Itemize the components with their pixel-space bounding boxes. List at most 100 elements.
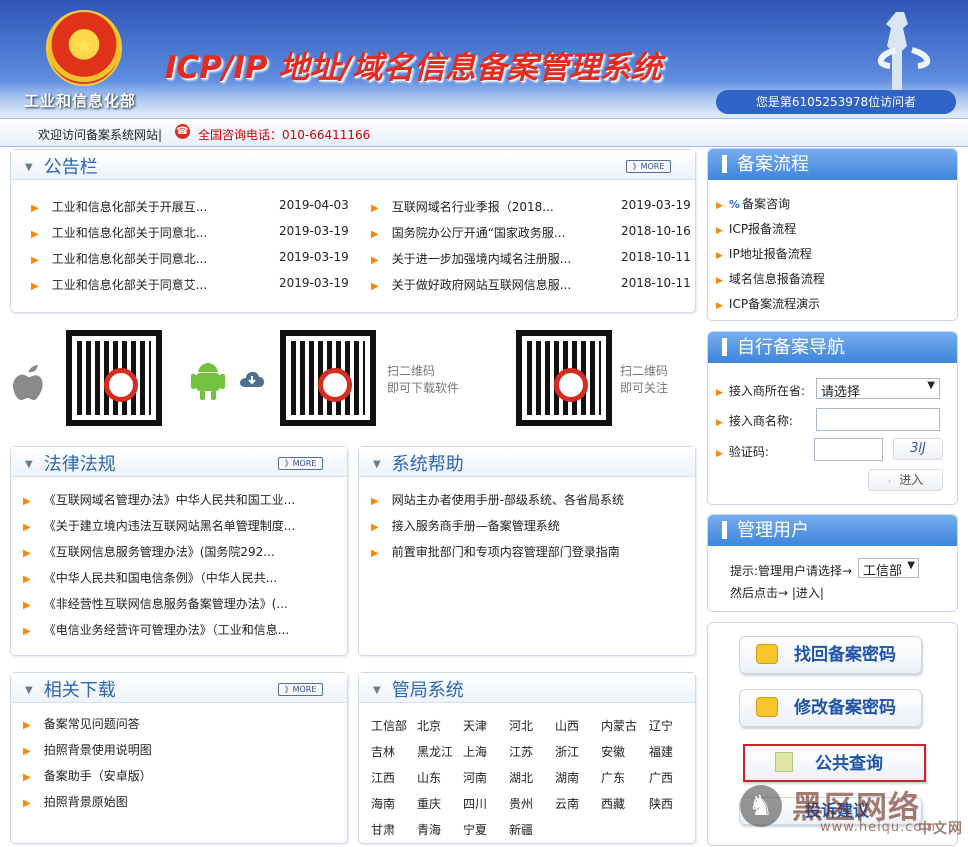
help-item[interactable]: ▶ 接入服务商手册—备案管理系统	[371, 517, 681, 539]
bureau-link[interactable]: 浙江	[555, 743, 579, 760]
notice-date: 2018-10-16	[621, 224, 691, 238]
law-item[interactable]: ▶ 《非经营性互联网信息服务备案管理办法》(...	[23, 595, 323, 617]
notice-date: 2018-10-11	[621, 250, 691, 264]
notice-date: 2019-03-19	[279, 224, 349, 238]
bureau-link[interactable]: 青海	[417, 821, 441, 838]
law-item[interactable]: ▶ 《互联网信息服务管理办法》(国务院292...	[23, 543, 323, 565]
notice-panel: 公告栏 》MORE ▶工业和信息化部关于开展互... 2019-04-03 ▶工业和…	[10, 149, 696, 313]
process-panel: 备案流程 ▶% 备案咨询 ▶ ICP报备流程 ▶ IP地址报备流程 ▶ 域名信息报备流程…	[707, 148, 958, 321]
process-item[interactable]: ▶ 域名信息报备流程	[716, 270, 825, 287]
provider-name-input[interactable]	[816, 408, 940, 431]
help-panel: 系统帮助 ▶网站主办者使用手册-部级系统、各省局系统 ▶接入服务商手册—备案管理…	[358, 446, 696, 656]
bureau-link[interactable]: 安徽	[601, 743, 625, 760]
manage-enter-link[interactable]: 然后点击→ |进入|	[730, 584, 824, 601]
download-item[interactable]: ▶ 拍照背景原始图	[23, 793, 323, 815]
bureau-link[interactable]: 陕西	[649, 795, 673, 812]
query-icon	[775, 752, 793, 772]
bureau-link[interactable]: 重庆	[417, 795, 441, 812]
bureau-link[interactable]: 江苏	[509, 743, 533, 760]
enter-button[interactable]: › 进入	[868, 469, 943, 491]
process-item[interactable]: ▶% 备案咨询	[716, 195, 790, 212]
downloads-more-button[interactable]: 》MORE	[278, 683, 323, 696]
notice-item[interactable]: ▶ 关于进一步加强境内域名注册服...	[371, 250, 591, 272]
bureau-link[interactable]: 上海	[463, 743, 487, 760]
bureau-link[interactable]: 广西	[649, 769, 673, 786]
process-item[interactable]: ▶ ICP备案流程演示	[716, 295, 820, 312]
bureau-link[interactable]: 河北	[509, 717, 533, 734]
android-icon	[191, 363, 225, 400]
self-filing-nav-title: 自行备案导航	[708, 332, 957, 363]
law-item[interactable]: ▶ 《互联网域名管理办法》中华人民共和国工业...	[23, 491, 323, 513]
law-item[interactable]: ▶ 《电信业务经营许可管理办法》（工业和信息...	[23, 621, 323, 643]
notice-date: 2019-03-19	[279, 276, 349, 290]
process-item[interactable]: ▶ IP地址报备流程	[716, 245, 812, 262]
download-item[interactable]: ▶ 备案常见问题问答	[23, 715, 323, 737]
notice-item[interactable]: ▶ 工业和信息化部关于同意北...	[31, 250, 251, 272]
bureau-link[interactable]: 湖北	[509, 769, 533, 786]
notice-date: 2019-03-19	[621, 198, 691, 212]
bureau-link[interactable]: 江西	[371, 769, 395, 786]
modify-password-button[interactable]: 修改备案密码	[739, 689, 922, 727]
bureau-link[interactable]: 吉林	[371, 743, 395, 760]
bureau-link[interactable]: 辽宁	[649, 717, 673, 734]
notice-header: 公告栏 》MORE	[11, 150, 695, 180]
bureau-link[interactable]: 贵州	[509, 795, 533, 812]
notice-item[interactable]: ▶ 工业和信息化部关于同意北...	[31, 224, 251, 246]
bureau-link[interactable]: 甘肃	[371, 821, 395, 838]
law-title: 法律法规	[25, 450, 116, 476]
notice-item[interactable]: ▶ 工业和信息化部关于同意艾...	[31, 276, 251, 298]
bureau-link[interactable]: 湖南	[555, 769, 579, 786]
downloads-title: 相关下载	[25, 676, 116, 702]
notice-item[interactable]: ▶ 关于做好政府网站互联网信息服...	[371, 276, 591, 298]
bureau-link[interactable]: 广东	[601, 769, 625, 786]
lock-icon	[756, 697, 778, 717]
notice-more-button[interactable]: 》MORE	[626, 160, 671, 173]
notice-item[interactable]: ▶ 互联网域名行业季报（2018...	[371, 198, 591, 220]
notice-date: 2019-03-19	[279, 250, 349, 264]
manage-user-title: 管理用户	[708, 515, 957, 546]
law-item[interactable]: ▶ 《中华人民共和国电信条例》（中华人民共...	[23, 569, 323, 591]
notice-date: 2018-10-11	[621, 276, 691, 290]
bureau-link[interactable]: 宁夏	[463, 821, 487, 838]
site-watermark: ♞ 黑区网络 www.heiqu.com 中文网	[740, 780, 966, 846]
bureau-link[interactable]: 河南	[463, 769, 487, 786]
help-item[interactable]: ▶ 前置审批部门和专项内容管理部门登录指南	[371, 543, 681, 565]
public-query-button[interactable]: 公共查询	[743, 744, 926, 782]
law-item[interactable]: ▶ 《关于建立境内违法互联网站黑名单管理制度...	[23, 517, 323, 539]
bureau-link[interactable]: 北京	[417, 717, 441, 734]
help-item[interactable]: ▶ 网站主办者使用手册-部级系统、各省局系统	[371, 491, 681, 513]
cloud-download-icon	[240, 371, 264, 387]
download-scan-hint: 扫二维码 即可下载软件	[387, 364, 460, 395]
process-item[interactable]: ▶ ICP报备流程	[716, 220, 796, 237]
bureau-link[interactable]: 西藏	[601, 795, 625, 812]
bureau-link[interactable]: 福建	[649, 743, 673, 760]
law-panel: 法律法规 》MORE ▶《互联网域名管理办法》中华人民共和国工业... ▶《关于建…	[10, 446, 348, 656]
download-item[interactable]: ▶ 备案助手（安卓版）	[23, 767, 323, 789]
bureau-link[interactable]: 山西	[555, 717, 579, 734]
province-select[interactable]: 请选择 ▼	[816, 378, 940, 400]
manage-user-panel: 管理用户 提示:管理用户请选择→ 工信部 ▼ 然后点击→ |进入|	[707, 514, 958, 612]
captcha-image[interactable]: 3lJ	[893, 438, 943, 460]
bureau-link[interactable]: 天津	[463, 717, 487, 734]
law-more-button[interactable]: 》MORE	[278, 457, 323, 470]
bureau-link[interactable]: 新疆	[509, 821, 533, 838]
download-item[interactable]: ▶ 拍照背景使用说明图	[23, 741, 323, 763]
manage-user-select[interactable]: 工信部 ▼	[858, 558, 919, 579]
bureau-link[interactable]: 四川	[463, 795, 487, 812]
bureau-link[interactable]: 工信部	[371, 717, 407, 734]
bureau-link[interactable]: 内蒙古	[601, 717, 637, 734]
notice-item[interactable]: ▶ 国务院办公厅开通“国家政务服...	[371, 224, 591, 246]
bureau-link[interactable]: 云南	[555, 795, 579, 812]
process-title: 备案流程	[708, 149, 957, 180]
help-title: 系统帮助	[373, 450, 464, 476]
follow-scan-hint: 扫二维码 即可关注	[620, 364, 669, 395]
bureau-link[interactable]: 山东	[417, 769, 441, 786]
lock-icon	[756, 644, 778, 664]
notice-item[interactable]: ▶ 工业和信息化部关于开展互...	[31, 198, 251, 220]
bureau-link[interactable]: 黑龙江	[417, 743, 453, 760]
system-title: ICP/IP 地址/域名信息备案管理系统	[165, 50, 662, 86]
recover-password-button[interactable]: 找回备案密码	[739, 636, 922, 674]
captcha-input[interactable]	[814, 438, 883, 461]
captcha-label: ▶ 验证码:	[716, 445, 769, 459]
bureau-link[interactable]: 海南	[371, 795, 395, 812]
